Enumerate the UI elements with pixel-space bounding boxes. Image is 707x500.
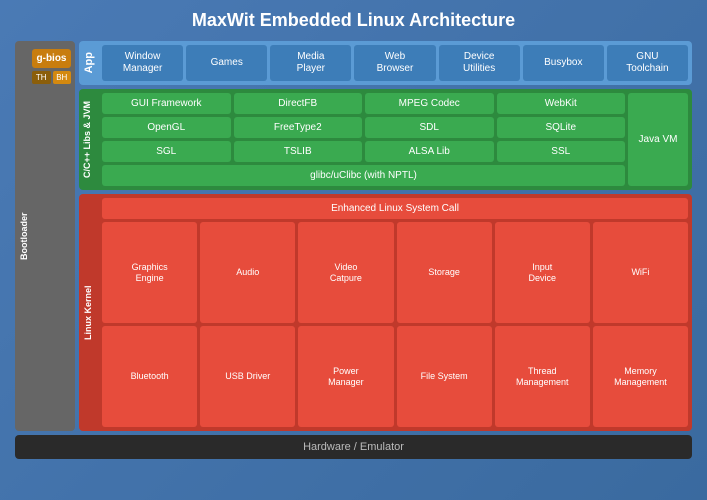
kernel-layer-label: Linux Kernel [83,198,99,427]
kernel-video: VideoCatpure [298,222,393,323]
kernel-memory: MemoryManagement [593,326,688,427]
kernel-layer: Linux Kernel Enhanced Linux System Call … [79,194,692,431]
app-item-media-player: MediaPlayer [270,45,351,81]
kernel-filesystem: File System [397,326,492,427]
lib-sgl: SGL [102,141,231,162]
bh-box: BH [53,71,72,84]
kernel-wifi: WiFi [593,222,688,323]
lib-opengl: OpenGL [102,117,231,138]
hardware-bar: Hardware / Emulator [15,435,692,459]
lib-mpeg-codec: MPEG Codec [365,93,494,114]
libs-grid: GUI Framework DirectFB MPEG Codec WebKit… [102,93,625,186]
libs-layer: C/C++ Libs & JVM GUI Framework DirectFB … [79,89,692,190]
bootloader-label: Bootloader [19,45,29,427]
lib-glibc: glibc/uClibc (with NPTL) [102,165,625,186]
lib-alsa: ALSA Lib [365,141,494,162]
app-item-busybox: Busybox [523,45,604,81]
libs-content: GUI Framework DirectFB MPEG Codec WebKit… [102,93,688,186]
lib-webkit: WebKit [497,93,626,114]
app-item-device-utilities: DeviceUtilities [439,45,520,81]
kernel-usb: USB Driver [200,326,295,427]
lib-javavm: Java VM [628,93,688,186]
kernel-bluetooth: Bluetooth [102,326,197,427]
kernel-audio: Audio [200,222,295,323]
lib-directfb: DirectFB [234,93,363,114]
kernel-input: InputDevice [495,222,590,323]
app-item-window-manager: WindowManager [102,45,183,81]
bootloader-section: Bootloader g-bios TH BH [15,41,75,431]
kernel-rows: GraphicsEngine Audio VideoCatpure Storag… [102,222,688,427]
syscall-bar: Enhanced Linux System Call [102,198,688,219]
app-item-games: Games [186,45,267,81]
kernel-content: Enhanced Linux System Call GraphicsEngin… [102,198,688,427]
kernel-thread: ThreadManagement [495,326,590,427]
lib-sdl: SDL [365,117,494,138]
th-box: TH [32,71,51,84]
gbios-box: g-bios [32,49,71,68]
lib-gui-framework: GUI Framework [102,93,231,114]
kernel-graphics: GraphicsEngine [102,222,197,323]
lib-freetype2: FreeType2 [234,117,363,138]
app-items: WindowManager Games MediaPlayer WebBrows… [102,45,688,81]
app-layer-label: App [83,52,99,73]
main-container: MaxWit Embedded Linux Architecture Bootl… [0,0,707,500]
app-item-gnu-toolchain: GNUToolchain [607,45,688,81]
kernel-power: PowerManager [298,326,393,427]
app-layer: App WindowManager Games MediaPlayer WebB… [79,41,692,85]
kernel-storage: Storage [397,222,492,323]
page-title: MaxWit Embedded Linux Architecture [15,10,692,31]
lib-tslib: TSLIB [234,141,363,162]
lib-sqlite: SQLite [497,117,626,138]
app-item-web-browser: WebBrowser [354,45,435,81]
lib-ssl: SSL [497,141,626,162]
libs-layer-label: C/C++ Libs & JVM [83,101,99,178]
